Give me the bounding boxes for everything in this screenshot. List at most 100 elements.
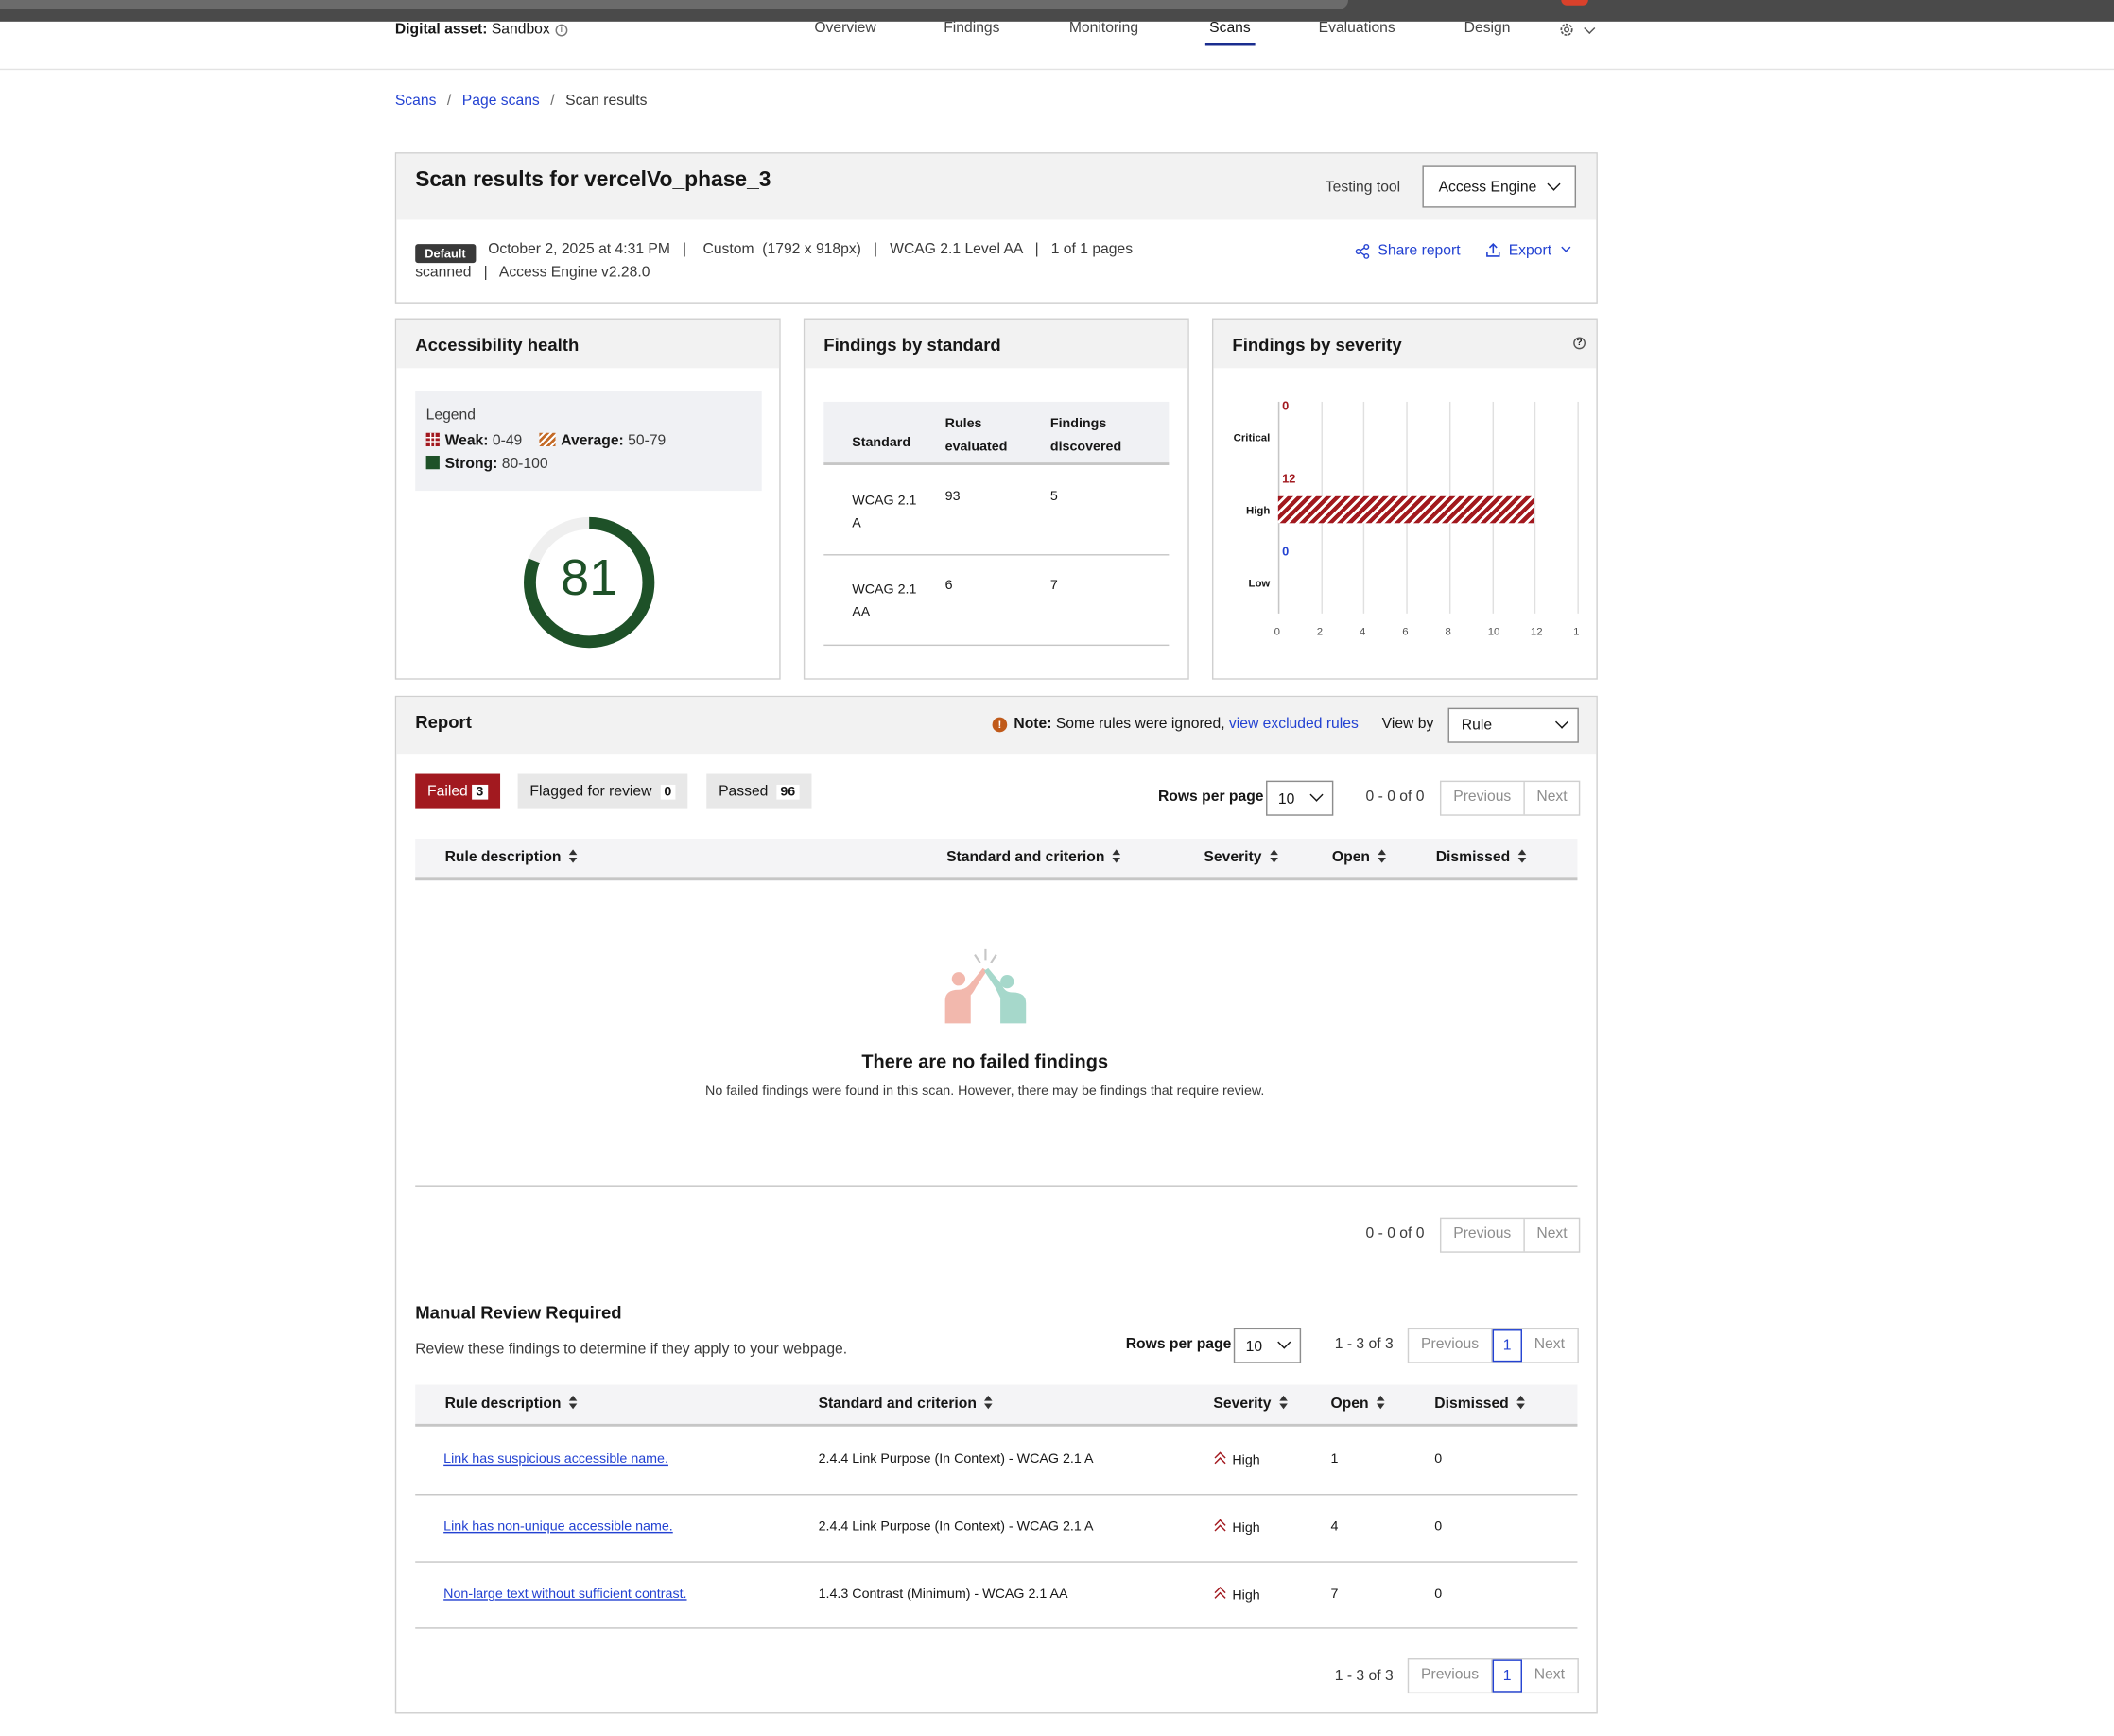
previous-button[interactable]: Previous [1441,782,1525,815]
share-report-button[interactable]: Share report [1378,243,1460,259]
next-button[interactable]: Next [1525,782,1580,814]
failed-count-badge: 3 [472,784,488,800]
col-rule-description[interactable]: Rule description [445,1395,579,1412]
manual-table-header [415,1384,1578,1427]
dismissed-cell: 0 [1434,1519,1443,1535]
card-title: Findings by severity [1232,334,1402,356]
export-button[interactable]: Export [1509,243,1551,259]
asset-name: Sandbox [491,21,550,38]
x-tick-label: 12 [1530,625,1543,638]
help-icon[interactable]: ? [1573,337,1586,350]
rules-value: 93 [944,489,961,505]
tab-flagged-for-review[interactable]: Flagged for review 0 [517,773,688,809]
open-cell: 1 [1330,1451,1339,1467]
next-button[interactable]: Next [1522,1329,1577,1362]
value-label: 0 [1282,399,1290,413]
rows-per-page-select[interactable]: 10 [1266,780,1334,816]
legend-average: Average: 50-79 [539,432,666,449]
severity-cell: High [1213,1519,1259,1536]
export-icon [1486,243,1500,257]
col-rule-description[interactable]: Rule description [445,849,579,866]
findings-value: 5 [1049,489,1058,505]
average-swatch-icon [539,432,556,447]
x-tick-label: 10 [1487,625,1500,638]
col-severity[interactable]: Severity [1204,849,1279,866]
row-divider [415,1627,1578,1629]
chevron-down-icon[interactable] [1561,242,1571,252]
testing-tool-select[interactable]: Access Engine [1422,165,1577,208]
chevron-down-icon [1277,1335,1291,1349]
previous-button[interactable]: Previous [1409,1659,1493,1693]
col-severity[interactable]: Severity [1213,1395,1289,1412]
testing-tool-value: Access Engine [1438,179,1537,196]
passed-count-badge: 96 [776,784,800,800]
sort-icon [569,849,579,863]
tab-passed[interactable]: Passed 96 [706,773,812,809]
info-icon[interactable]: i [555,24,568,37]
pagination: Previous Next [1439,1217,1581,1253]
pagination-range: 1 - 3 of 3 [1334,1667,1394,1685]
sort-icon [984,1395,995,1410]
open-cell: 4 [1330,1519,1339,1535]
breadcrumb-page-scans[interactable]: Page scans [462,93,540,109]
next-button[interactable]: Next [1525,1219,1580,1251]
page-1-button[interactable]: 1 [1492,1659,1522,1693]
breadcrumb-current: Scan results [565,93,648,110]
severity-cell: High [1213,1587,1259,1604]
sort-icon [1377,1395,1386,1410]
scan-meta-line1: October 2, 2025 at 4:31 PM | Custom (179… [488,241,1134,258]
open-cell: 7 [1330,1587,1339,1603]
row-divider [823,644,1170,647]
nav-overview[interactable]: Overview [814,20,875,36]
excluded-rules-note: Note: Some rules were ignored, view excl… [1014,716,1359,733]
scan-meta-line2: scanned | Access Engine v2.28.0 [415,264,650,281]
col-open[interactable]: Open [1330,1395,1386,1412]
chevron-down-icon [1309,788,1324,802]
rule-link[interactable]: Link has suspicious accessible name. [443,1452,668,1467]
rows-per-page-label: Rows per page [1125,1336,1232,1353]
weak-swatch-icon [425,432,440,447]
high-severity-icon [1213,1519,1226,1533]
previous-button[interactable]: Previous [1441,1219,1525,1252]
testing-tool-label: Testing tool [1325,179,1401,196]
empty-state-text: No failed findings were found in this sc… [705,1084,1265,1100]
rule-link[interactable]: Non-large text without sufficient contra… [443,1587,686,1602]
sort-icon [1270,849,1279,863]
gridline [1577,401,1579,614]
rules-value: 6 [944,578,953,594]
rows-per-page-select[interactable]: 10 [1233,1328,1302,1363]
nav-monitoring[interactable]: Monitoring [1069,20,1138,36]
nav-findings[interactable]: Findings [944,20,999,36]
dismissed-cell: 0 [1434,1587,1443,1603]
col-standard-criterion[interactable]: Standard and criterion [819,1395,995,1412]
x-tick-label: 6 [1402,625,1409,638]
pagination-range: 0 - 0 of 0 [1365,1225,1425,1242]
breadcrumb-scans[interactable]: Scans [395,93,437,109]
col-dismissed[interactable]: Dismissed [1436,849,1528,866]
rows-per-page-value: 10 [1277,791,1295,808]
high-severity-icon [1213,1452,1226,1466]
col-dismissed[interactable]: Dismissed [1434,1395,1526,1412]
flagged-count-badge: 0 [660,784,676,800]
rows-per-page-label: Rows per page [1157,789,1264,806]
nav-scans[interactable]: Scans [1209,20,1251,36]
view-by-value: Rule [1461,717,1493,734]
col-open[interactable]: Open [1332,849,1388,866]
nav-design[interactable]: Design [1464,20,1511,36]
nav-evaluations[interactable]: Evaluations [1319,20,1395,36]
default-tag: Default [415,240,476,265]
page-1-button[interactable]: 1 [1492,1329,1522,1363]
value-label: 12 [1282,472,1296,486]
report-title: Report [415,711,472,733]
strong-swatch-icon [425,455,440,470]
col-standard-criterion[interactable]: Standard and criterion [946,849,1122,866]
card-title: Accessibility health [415,334,580,356]
view-by-select[interactable]: Rule [1447,707,1579,743]
next-button[interactable]: Next [1522,1659,1577,1692]
view-excluded-rules-link[interactable]: view excluded rules [1229,716,1359,732]
rule-link[interactable]: Link has non-unique accessible name. [443,1519,673,1535]
previous-button[interactable]: Previous [1409,1329,1493,1363]
criterion-cell: 2.4.4 Link Purpose (In Context) - WCAG 2… [818,1451,1094,1467]
tab-failed[interactable]: Failed 3 [415,773,500,809]
gear-icon[interactable] [1558,22,1574,38]
